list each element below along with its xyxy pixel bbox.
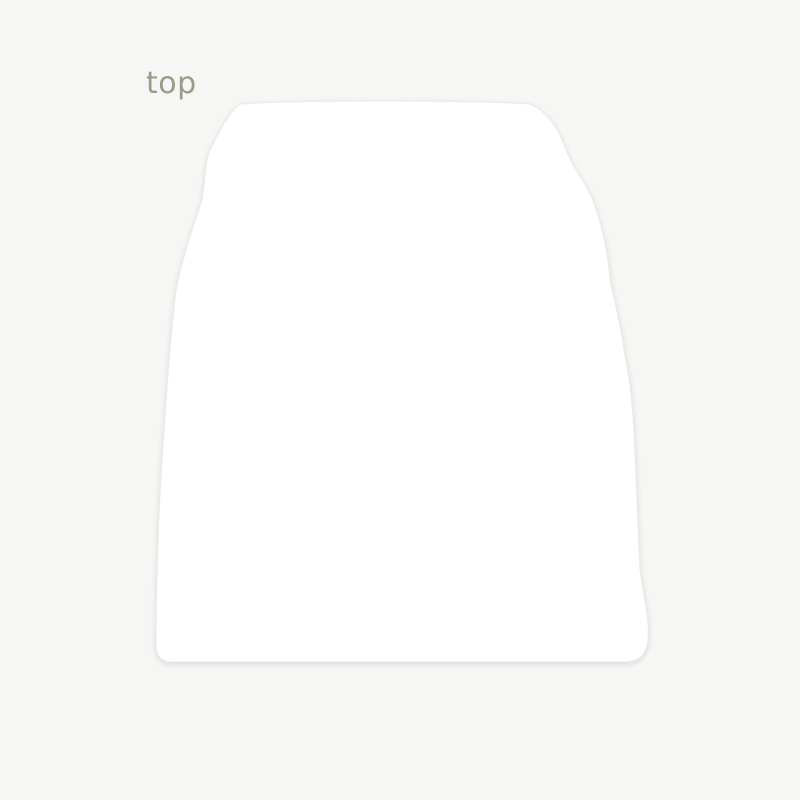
top-silhouette (155, 100, 649, 663)
top-shape (155, 100, 649, 663)
swatch-canvas: top (0, 0, 800, 800)
